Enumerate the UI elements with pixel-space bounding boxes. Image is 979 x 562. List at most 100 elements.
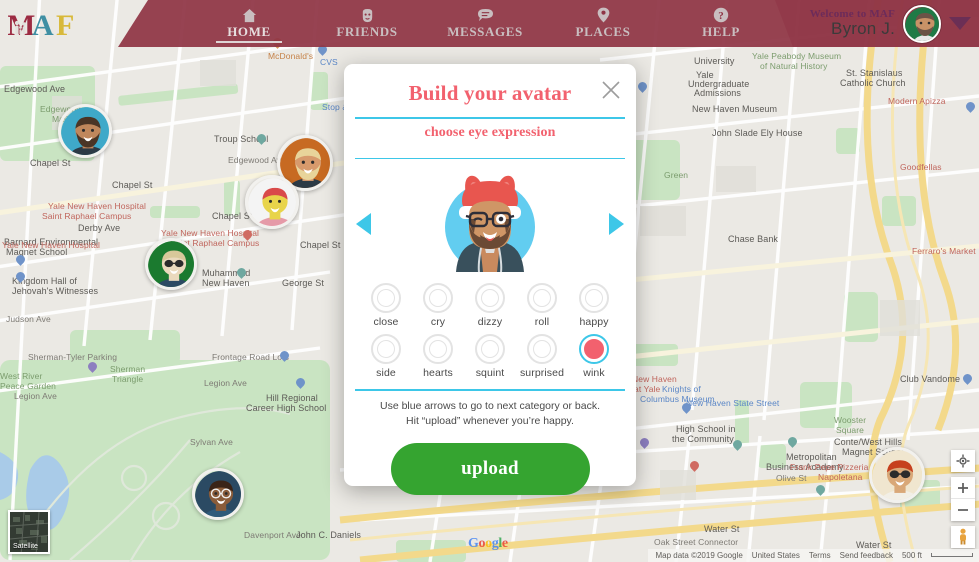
- option-radio-dot: [481, 340, 499, 358]
- option-radio[interactable]: [579, 283, 609, 313]
- option-radio[interactable]: [371, 283, 401, 313]
- map-pin-icon[interactable]: [816, 485, 825, 497]
- nav-item-messages[interactable]: MESSAGES: [426, 0, 544, 47]
- map-pin-icon[interactable]: [690, 461, 699, 473]
- map-pin-icon[interactable]: [16, 255, 25, 267]
- option-radio[interactable]: [475, 334, 505, 364]
- option-wink[interactable]: wink: [568, 334, 620, 379]
- satellite-label: Satellite: [13, 543, 38, 550]
- nav-item-help[interactable]: ? HELP: [662, 0, 780, 47]
- map-send-feedback[interactable]: Send feedback: [840, 551, 893, 560]
- eye-expression-options: close cry dizzy roll happy side hearts squint su…: [360, 283, 620, 379]
- map-label: Sylvan Ave: [190, 437, 233, 447]
- option-radio[interactable]: [527, 283, 557, 313]
- map-pin-icon[interactable]: [733, 440, 742, 452]
- map-pin-icon[interactable]: [280, 351, 289, 363]
- map-label: Sherman: [110, 364, 146, 374]
- close-icon: [602, 81, 620, 99]
- map-label: Judson Ave: [6, 314, 51, 324]
- option-cry[interactable]: cry: [412, 283, 464, 328]
- map-label: Frontage Road Lots: [212, 352, 289, 362]
- satellite-toggle[interactable]: Satellite: [8, 510, 50, 554]
- map-pin-icon[interactable]: [638, 82, 647, 94]
- user-menu[interactable]: Welcome to MAF Byron J.: [810, 0, 971, 47]
- option-radio[interactable]: [579, 334, 609, 364]
- map-marker-face-icon: [872, 450, 922, 500]
- option-radio[interactable]: [423, 283, 453, 313]
- map-label: Modern Apizza: [888, 96, 946, 106]
- map-label: Goodfellas: [900, 162, 942, 172]
- map-terms[interactable]: Terms: [809, 551, 831, 560]
- map-pin-icon[interactable]: [257, 134, 266, 146]
- option-side[interactable]: side: [360, 334, 412, 379]
- friends-face-icon: [360, 7, 375, 23]
- option-radio[interactable]: [423, 334, 453, 364]
- map-label: Hill Regional: [266, 393, 318, 403]
- nav-item-home[interactable]: HOME: [190, 0, 308, 47]
- map-pin-icon[interactable]: [88, 362, 97, 374]
- map-pin-icon[interactable]: [788, 437, 797, 449]
- option-dizzy[interactable]: dizzy: [464, 283, 516, 328]
- option-close[interactable]: close: [360, 283, 412, 328]
- map-label: Napoletana: [818, 472, 863, 482]
- map-pin-icon[interactable]: [296, 378, 305, 390]
- map-label: Derby Ave: [78, 223, 121, 233]
- pegman-button[interactable]: [951, 526, 975, 548]
- nav-item-friends[interactable]: FRIENDS: [308, 0, 426, 47]
- locate-button[interactable]: [951, 450, 975, 472]
- upload-button[interactable]: upload: [390, 442, 590, 495]
- marker-glasses-girl[interactable]: [192, 468, 244, 520]
- plus-icon: [958, 482, 968, 493]
- next-category-button[interactable]: [609, 213, 624, 235]
- map-pin-icon: [597, 7, 610, 23]
- close-button[interactable]: [600, 79, 622, 101]
- map-label: John C. Daniels: [296, 530, 362, 540]
- option-radio-dot: [533, 340, 551, 358]
- zoom-in-button[interactable]: [951, 477, 975, 499]
- map-footer: Map data ©2019 Google United States Term…: [647, 549, 979, 562]
- prev-category-button[interactable]: [356, 213, 371, 235]
- home-icon: [242, 7, 257, 23]
- map-label: West River: [0, 371, 43, 381]
- marker-redhead[interactable]: [869, 447, 925, 503]
- option-roll[interactable]: roll: [516, 283, 568, 328]
- marker-beard-blue[interactable]: [58, 104, 112, 158]
- map-pin-icon[interactable]: [966, 102, 975, 114]
- marker-sunglasses[interactable]: [145, 238, 197, 290]
- map-pin-icon[interactable]: [963, 374, 972, 386]
- chevron-down-icon[interactable]: [949, 17, 971, 30]
- option-surprised[interactable]: surprised: [516, 334, 568, 379]
- map-pin-icon[interactable]: [243, 230, 252, 242]
- option-radio[interactable]: [371, 334, 401, 364]
- build-avatar-modal: Build your avatar choose eye expression: [344, 64, 636, 495]
- option-hearts[interactable]: hearts: [412, 334, 464, 379]
- map-label: Square: [836, 425, 865, 435]
- option-radio[interactable]: [475, 283, 505, 313]
- map-pin-icon[interactable]: [237, 268, 246, 280]
- app-root: Edgewood Ave Edgewood Mall Chapel St Chapel …: [0, 0, 979, 562]
- option-radio[interactable]: [527, 334, 557, 364]
- marker-yellow-pink[interactable]: [245, 175, 299, 229]
- map-label: Triangle: [112, 374, 144, 384]
- nav-item-places[interactable]: PLACES: [544, 0, 662, 47]
- divider-under-subtitle: [355, 157, 625, 159]
- map-pin-icon[interactable]: [682, 403, 691, 415]
- zoom-out-button[interactable]: [951, 499, 975, 521]
- user-avatar-icon: [905, 6, 939, 41]
- map-pin-icon[interactable]: [640, 438, 649, 450]
- map-label: Chase Bank: [728, 234, 779, 244]
- map-label: at Yale: [634, 384, 661, 394]
- map-pin-icon[interactable]: [16, 272, 25, 284]
- option-squint[interactable]: squint: [464, 334, 516, 379]
- option-happy[interactable]: happy: [568, 283, 620, 328]
- map-region[interactable]: United States: [752, 551, 800, 560]
- map-attribution: Map data ©2019 Google: [655, 551, 743, 560]
- option-label: close: [373, 316, 399, 328]
- map-label: Club Vandome: [900, 374, 961, 384]
- maf-logo[interactable]: M A F: [7, 9, 80, 42]
- svg-text:A: A: [32, 9, 54, 41]
- map-label: Saint Raphael Campus: [42, 211, 132, 221]
- option-radio-dot: [429, 340, 447, 358]
- map-label: Olive St: [776, 473, 807, 483]
- avatar[interactable]: [903, 4, 941, 43]
